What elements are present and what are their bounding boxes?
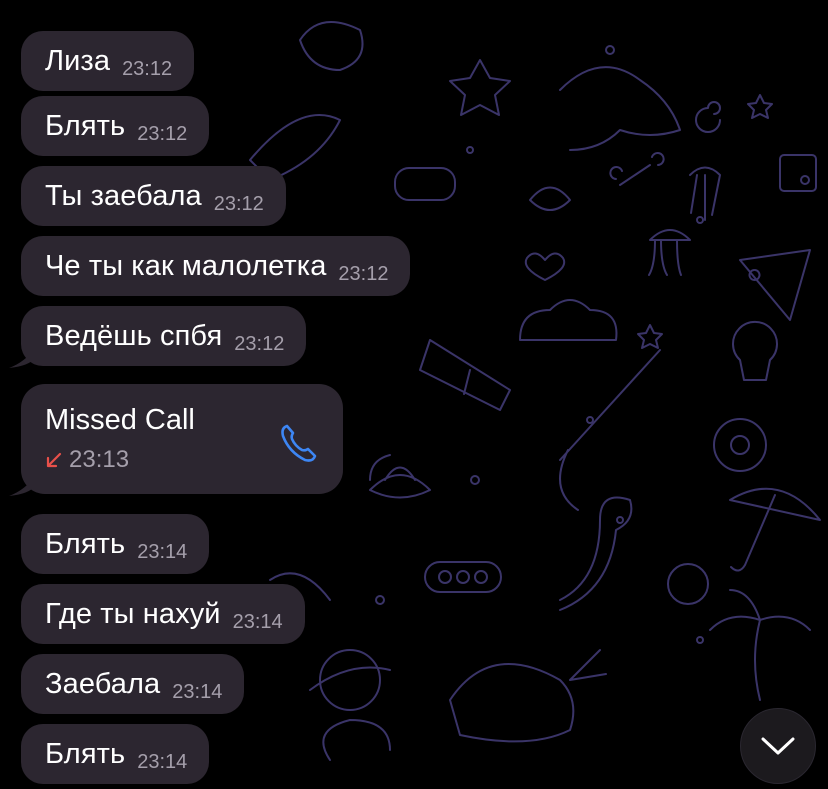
message-text: Блять	[45, 527, 126, 560]
call-title: Missed Call	[45, 404, 195, 436]
missed-call-arrow-icon	[46, 452, 62, 468]
phone-icon[interactable]	[277, 420, 323, 466]
message-bubble[interactable]: Заебала 23:14	[21, 654, 245, 714]
message-time: 23:12	[137, 122, 188, 145]
message-text: Ты заебала	[45, 179, 202, 212]
scroll-to-bottom-button[interactable]	[740, 708, 816, 784]
message-time: 23:12	[122, 57, 173, 80]
message-bubble[interactable]: Че ты как малолетка 23:12	[21, 236, 411, 296]
missed-call-bubble[interactable]: Missed Call 23:13	[21, 384, 343, 494]
message-text: Блять	[45, 109, 126, 142]
call-time: 23:13	[69, 446, 130, 473]
message-text: Ведёшь спбя	[45, 319, 223, 352]
message-time: 23:12	[234, 332, 285, 355]
message-bubble[interactable]: Лиза 23:12	[21, 31, 195, 91]
message-time: 23:14	[232, 610, 283, 633]
message-bubble[interactable]: Ведёшь спбя 23:12	[21, 306, 307, 366]
message-bubble[interactable]: Блять 23:14	[21, 724, 210, 784]
message-bubble[interactable]: Где ты нахуй 23:14	[21, 584, 305, 644]
message-time: 23:12	[338, 262, 389, 285]
message-text: Заебала	[45, 667, 161, 700]
message-text: Блять	[45, 737, 126, 770]
chevron-down-icon	[761, 737, 795, 755]
message-text: Лиза	[45, 44, 111, 77]
bubble-tail	[9, 476, 35, 496]
message-time: 23:14	[137, 540, 188, 563]
call-meta: 23:13	[45, 446, 129, 474]
message-bubble[interactable]: Блять 23:12	[21, 96, 210, 156]
message-bubble[interactable]: Ты заебала 23:12	[21, 166, 286, 226]
message-text: Че ты как малолетка	[45, 249, 327, 282]
message-text: Где ты нахуй	[45, 597, 221, 630]
message-time: 23:12	[213, 192, 264, 215]
message-time: 23:14	[172, 680, 223, 703]
message-bubble[interactable]: Блять 23:14	[21, 514, 210, 574]
bubble-tail	[9, 348, 35, 368]
chat-message-list[interactable]: Лиза 23:12 Блять 23:12 Ты заебала 23:12 …	[0, 0, 828, 789]
message-time: 23:14	[137, 750, 188, 773]
